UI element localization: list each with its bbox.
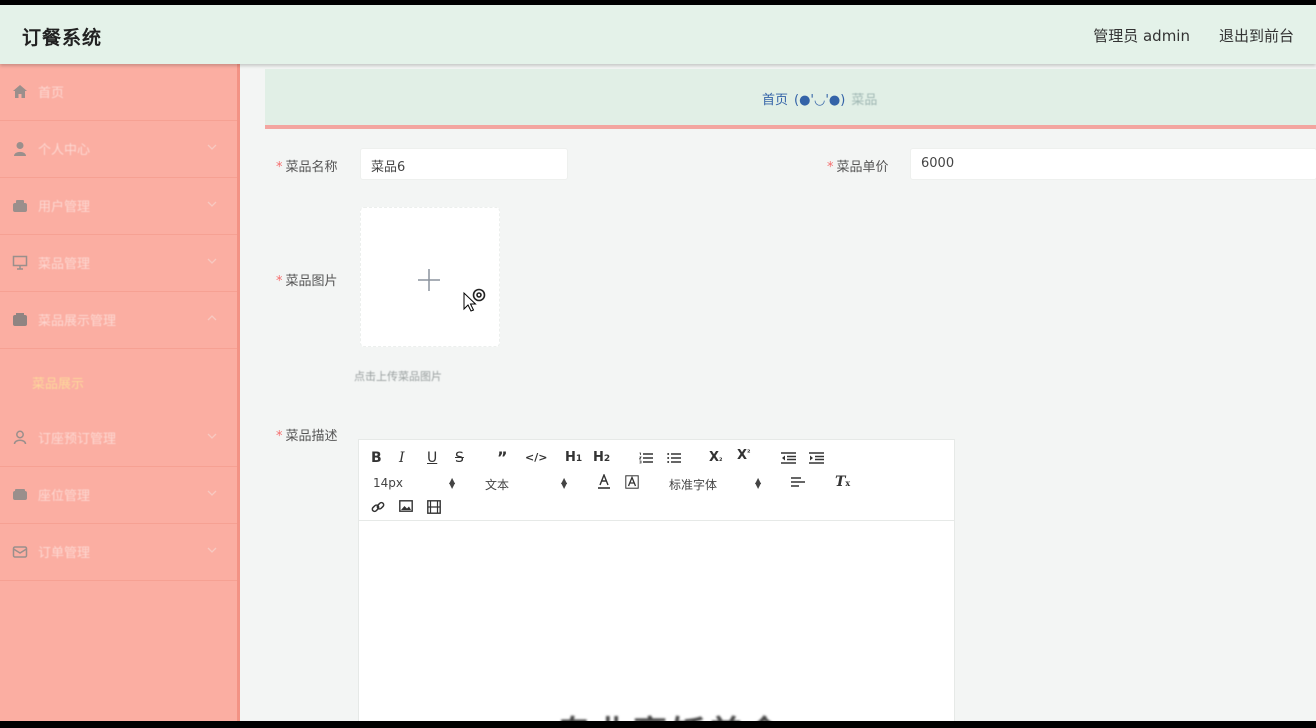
ordered-list-icon[interactable] [639, 452, 653, 464]
link-icon[interactable] [371, 500, 385, 514]
users-icon [12, 198, 28, 213]
breadcrumb: 首页 (●'◡'●) 菜品 [265, 69, 1316, 129]
person-icon [12, 430, 28, 445]
sidebar-item-label: 订座预订管理 [38, 432, 117, 447]
header-select-value: 文本 [485, 478, 510, 492]
font-family-select[interactable]: 标准字体 ▲ ▼ [669, 476, 765, 493]
editor-content-text: 专业烹饪美食 [557, 706, 785, 721]
admin-info: 管理员 admin [1093, 27, 1190, 45]
sidebar-item-profile[interactable]: 个人中心 [0, 121, 237, 178]
dish-image-label-text: 菜品图片 [285, 274, 338, 289]
image-icon[interactable] [399, 500, 413, 512]
breadcrumb-home-link[interactable]: 首页 [762, 93, 788, 108]
chevron-down-icon [207, 488, 217, 498]
sidebar-item-seats[interactable]: 座位管理 [0, 467, 237, 524]
dish-desc-label-text: 菜品描述 [285, 429, 338, 444]
sidebar-subitem-dish-display[interactable]: 菜品展示 [0, 353, 237, 409]
editor-toolbar: B I U S ” </> H1 H2 X₂ X² 14px ▲ ▼ 文本 ▲ … [359, 440, 954, 521]
sidebar-item-dish-display[interactable]: 菜品展示管理 [0, 292, 237, 349]
header1-button[interactable]: H1 [565, 450, 582, 465]
breadcrumb-current: 菜品 [851, 93, 878, 108]
sidebar-item-label: 菜品管理 [38, 257, 91, 272]
select-arrows-icon: ▲ ▼ [755, 476, 762, 490]
chevron-down-icon [207, 431, 217, 441]
required-star: * [276, 274, 283, 289]
plus-icon [417, 268, 441, 292]
box-icon [12, 312, 28, 327]
sidebar-item-label: 首页 [38, 86, 65, 101]
dish-name-input[interactable]: 菜品6 [360, 148, 568, 180]
sidebar-item-label: 座位管理 [38, 489, 91, 504]
required-star: * [276, 160, 283, 175]
sidebar-edge [237, 64, 240, 721]
breadcrumb-separator: (●'◡'●) [794, 93, 846, 108]
sidebar-item-label: 用户管理 [38, 200, 91, 215]
chevron-down-icon [207, 545, 217, 555]
mail-icon [12, 544, 28, 559]
sidebar-item-label: 订单管理 [38, 546, 91, 561]
sidebar: 首页 个人中心 用户管理 菜品管理 菜品展示管理 菜品展示 订座预订管理 座位管… [0, 64, 240, 721]
chevron-down-icon [207, 199, 217, 209]
chevron-up-icon [207, 313, 217, 323]
rich-text-editor: B I U S ” </> H1 H2 X₂ X² 14px ▲ ▼ 文本 ▲ … [358, 439, 955, 721]
user-icon [12, 141, 28, 156]
bullet-list-icon[interactable] [667, 452, 681, 464]
header-select[interactable]: 文本 ▲ ▼ [485, 476, 569, 493]
home-icon [12, 84, 28, 99]
sidebar-item-users[interactable]: 用户管理 [0, 178, 237, 235]
select-arrows-icon: ▲ ▼ [449, 476, 456, 490]
font-family-value: 标准字体 [669, 478, 718, 492]
dish-price-label-text: 菜品单价 [836, 160, 889, 175]
sidebar-item-reservations[interactable]: 订座预订管理 [0, 410, 237, 467]
outdent-icon[interactable] [781, 452, 796, 464]
sidebar-item-orders[interactable]: 订单管理 [0, 524, 237, 581]
italic-button[interactable]: I [399, 450, 405, 466]
mouse-cursor-icon [463, 288, 491, 312]
select-arrows-icon: ▲ ▼ [561, 476, 568, 490]
dish-name-label-text: 菜品名称 [285, 160, 338, 175]
font-size-value: 14px [373, 476, 403, 490]
dish-price-label: * 菜品单价 [827, 156, 889, 175]
sidebar-item-label: 个人中心 [38, 143, 91, 158]
sidebar-item-label: 菜品展示管理 [38, 314, 117, 329]
dish-name-label: * 菜品名称 [276, 156, 338, 175]
dish-price-value: 6000 [921, 156, 955, 171]
image-upload-box[interactable] [360, 207, 500, 347]
clear-format-button[interactable]: Tx [835, 474, 850, 490]
chevron-down-icon [207, 142, 217, 152]
bold-button[interactable]: B [371, 450, 382, 466]
dish-image-label: * 菜品图片 [276, 270, 338, 289]
text-color-icon[interactable] [597, 474, 611, 490]
code-block-icon[interactable]: </> [525, 451, 547, 464]
sidebar-item-dishes[interactable]: 菜品管理 [0, 235, 237, 292]
chevron-down-icon [207, 256, 217, 266]
align-icon[interactable] [791, 477, 805, 489]
underline-button[interactable]: U [427, 450, 437, 466]
upload-tip: 点击上传菜品图片 [354, 370, 442, 383]
app-screen: 订餐系统 管理员 admin 退出到前台 首页 个人中心 用户管理 菜品管理 菜… [0, 5, 1316, 721]
subscript-button[interactable]: X₂ [709, 450, 723, 465]
logout-link[interactable]: 退出到前台 [1219, 25, 1294, 46]
monitor-icon [12, 255, 28, 270]
top-header: 订餐系统 管理员 admin 退出到前台 [0, 5, 1316, 64]
superscript-button[interactable]: X² [737, 448, 751, 463]
dish-price-input[interactable]: 6000 [910, 148, 1316, 180]
required-star: * [276, 429, 283, 444]
header2-button[interactable]: H2 [593, 450, 610, 465]
dish-name-value: 菜品6 [371, 160, 406, 175]
font-size-select[interactable]: 14px ▲ ▼ [373, 476, 457, 492]
breadcrumb-trail: 首页 (●'◡'●) 菜品 [762, 89, 877, 108]
indent-icon[interactable] [809, 452, 824, 464]
strike-button[interactable]: S [455, 450, 464, 466]
video-icon[interactable] [427, 500, 441, 514]
dish-desc-label: * 菜品描述 [276, 425, 338, 444]
background-color-icon[interactable] [625, 475, 639, 489]
editor-content[interactable]: 专业烹饪美食 [359, 528, 954, 721]
app-title: 订餐系统 [22, 27, 103, 49]
seat-icon [12, 487, 28, 502]
sidebar-item-home[interactable]: 首页 [0, 64, 237, 121]
blockquote-icon[interactable]: ” [497, 448, 508, 467]
required-star: * [827, 160, 834, 175]
sidebar-subitem-label: 菜品展示 [32, 377, 85, 392]
